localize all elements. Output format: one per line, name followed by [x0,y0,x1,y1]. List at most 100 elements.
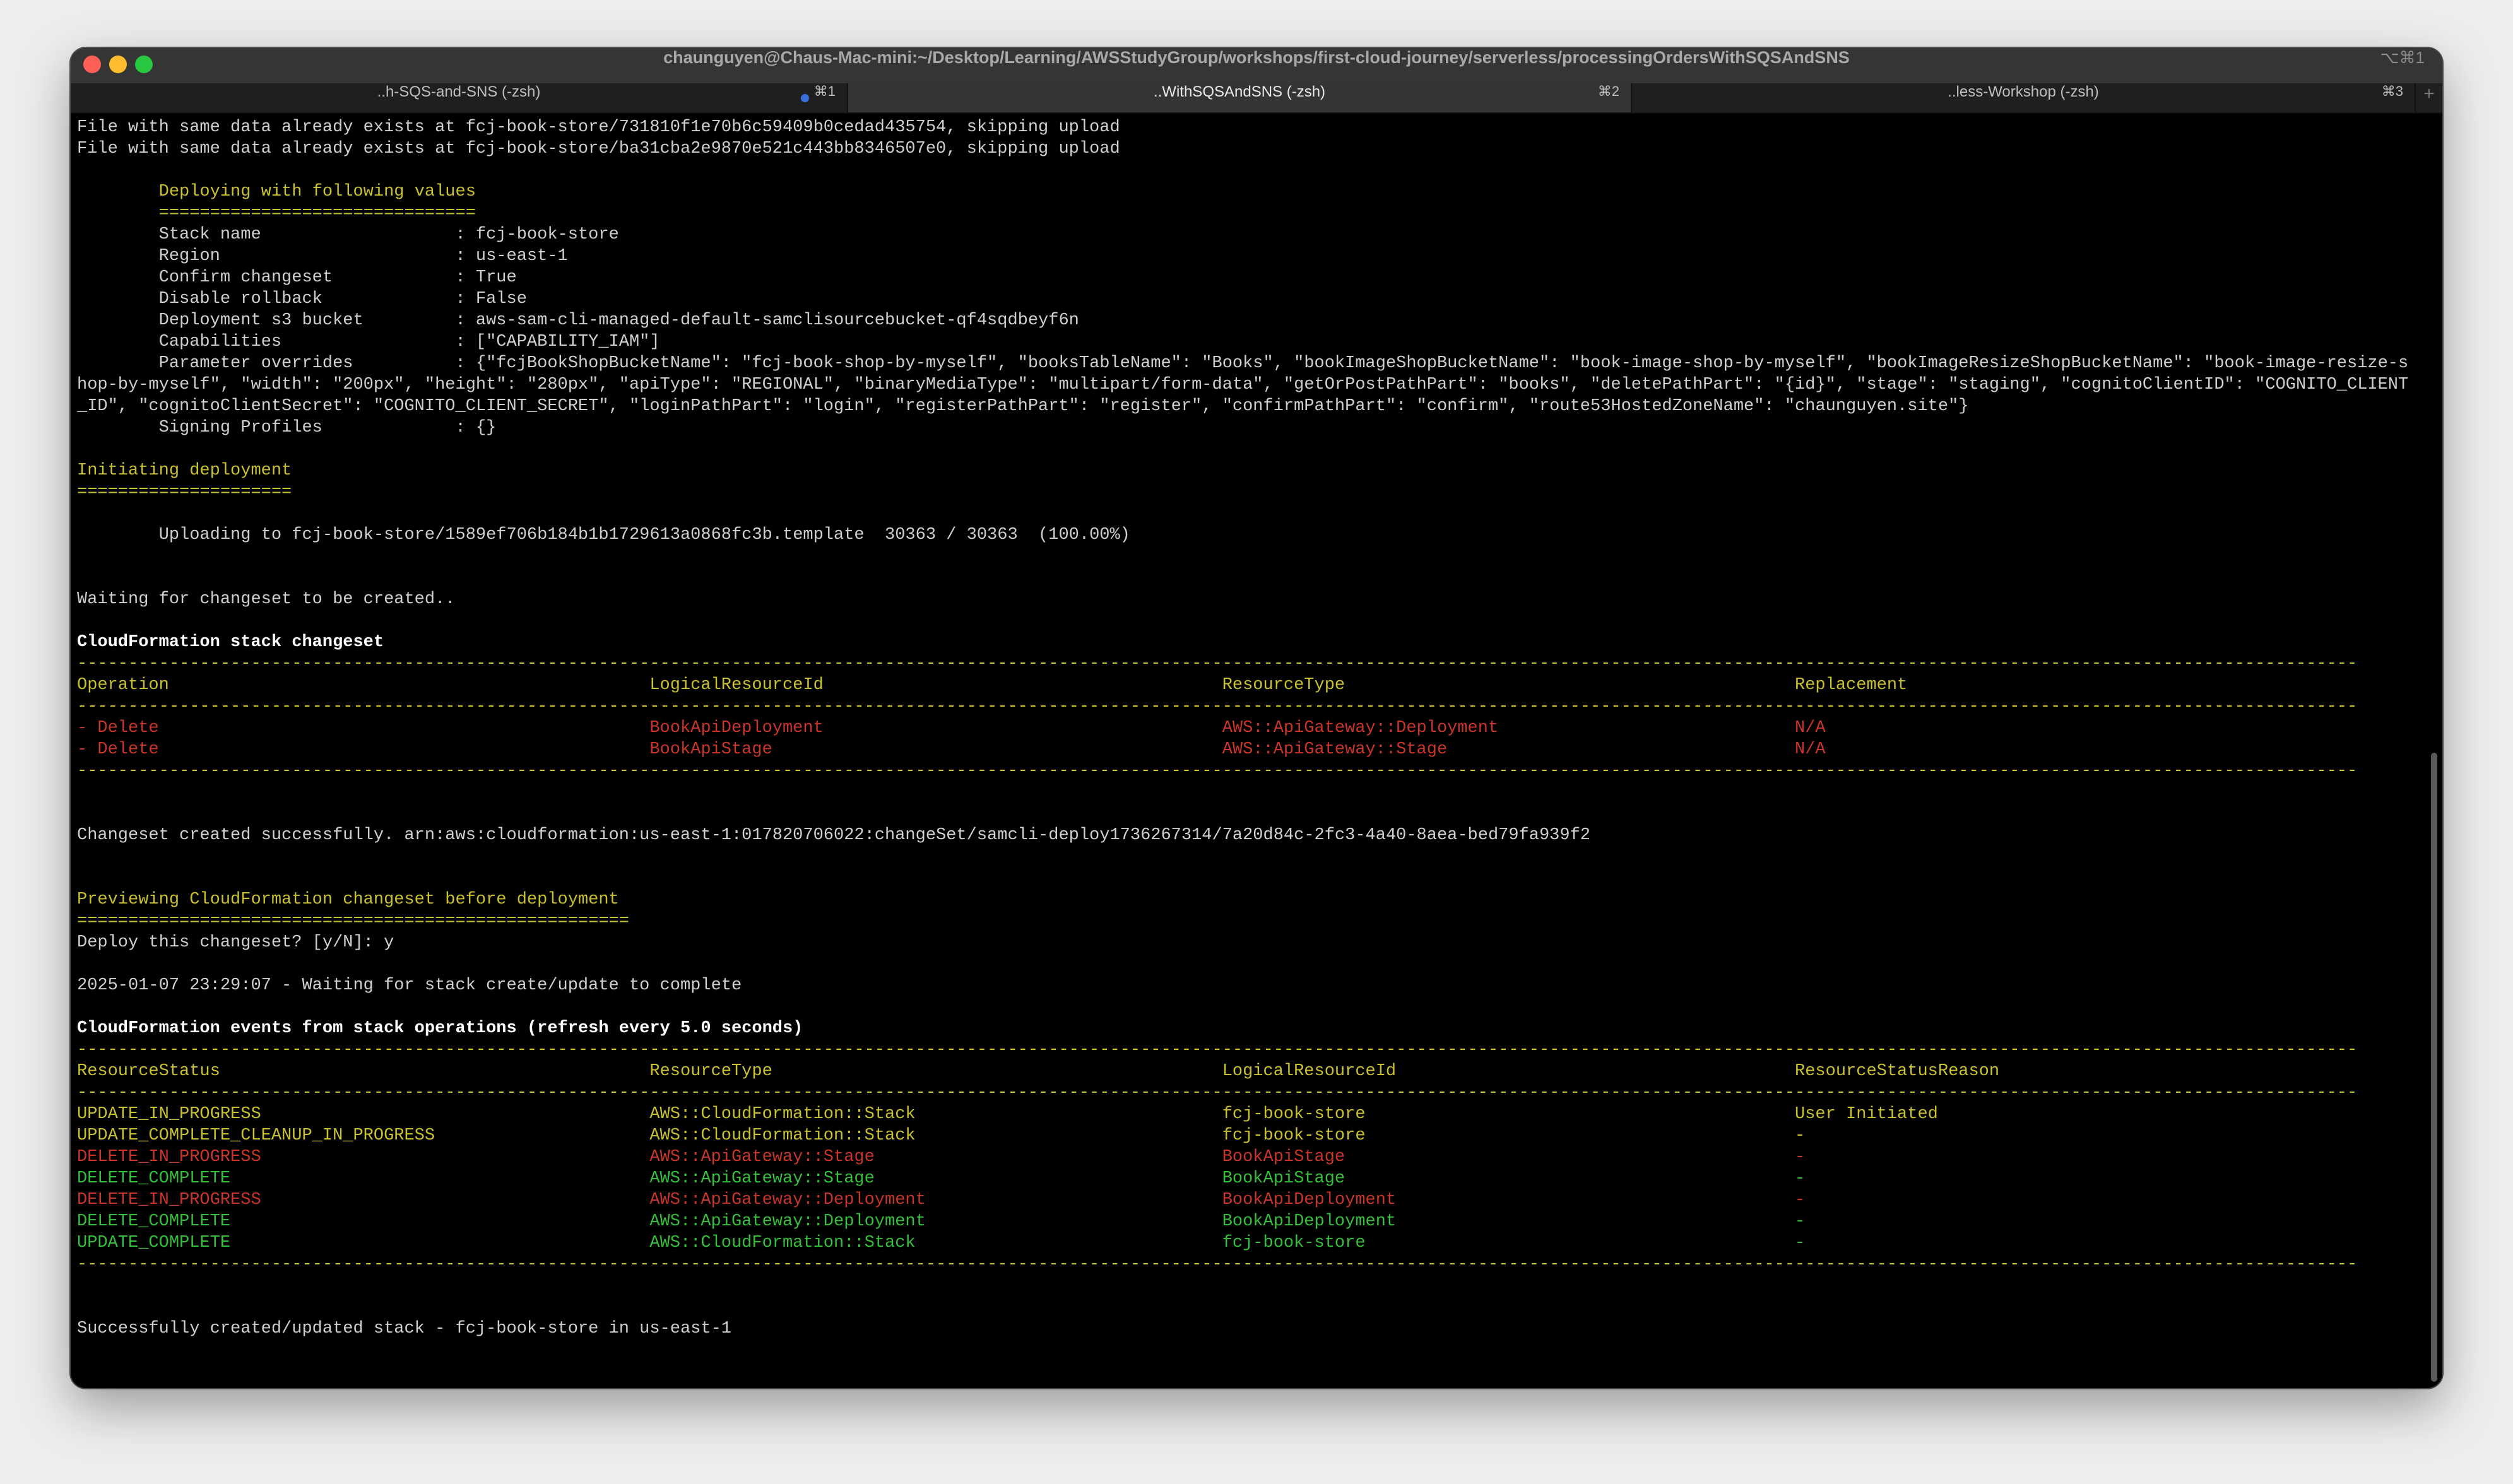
tab-2[interactable]: ..WithSQSAndSNS (-zsh) ⌘2 [848,83,1632,112]
tab-label: ..less-Workshop (-zsh) [1948,83,2099,100]
tab-3[interactable]: ..less-Workshop (-zsh) ⌘3 [1632,83,2416,112]
table-row: UPDATE_COMPLETE AWS::CloudFormation::Stac… [77,1232,2415,1254]
output-line: File with same data already exists at fc… [77,139,1120,158]
output-line: Initiating deployment [77,461,292,480]
table-cell: Replacement [1795,676,1908,695]
new-tab-button[interactable]: + [2416,83,2442,112]
scrollbar-thumb[interactable] [2431,753,2437,1382]
output-line: ----------------------------------------… [77,1040,2358,1059]
output-line: ===================== [77,483,292,502]
config-value: : ["CAPABILITY_IAM"] [455,333,660,351]
tab-bar: ..h-SQS-and-SNS (-zsh) ⌘1 ..WithSQSAndSN… [71,83,2442,114]
table-row: - Delete BookApiStage AWS::ApiGateway::Sta… [77,739,2415,760]
config-row: Parameter overrides: {"fcjBookShopBucket… [77,353,2415,417]
table-cell: - [1795,1191,1806,1210]
table-cell: ResourceStatusReason [1795,1062,2000,1081]
config-key: Region [158,247,220,266]
config-key: Capabilities [158,333,282,351]
tab-shortcut: ⌘3 [2381,83,2403,99]
table-cell: - [1795,1212,1806,1231]
config-key: Deployment s3 bucket [158,311,364,330]
output-line: Deploying with following values [77,182,476,201]
tab-shortcut: ⌘2 [1597,83,1619,99]
config-row: Confirm changeset: True [77,267,2415,288]
config-row: Stack name : fcj-book-store [77,224,2415,245]
table-cell: fcj-book-store [1222,1126,1366,1145]
config-value: : fcj-book-store [455,225,619,244]
config-key: Signing Profiles [158,418,322,437]
table-cell: UPDATE_COMPLETE_CLEANUP_IN_PROGRESS [77,1126,435,1145]
table-row: - Delete BookApiDeployment AWS::ApiGateway… [77,717,2415,739]
output-line: ========================================… [77,912,629,931]
config-row: Capabilities : ["CAPABILITY_IAM"] [77,331,2415,353]
table-cell: BookApiDeployment [1222,1212,1397,1231]
tab-1[interactable]: ..h-SQS-and-SNS (-zsh) ⌘1 [71,83,848,112]
window-shortcut: ⌥⌘1 [2380,48,2425,67]
output-line: Successfully created/updated stack - fcj… [77,1319,731,1338]
table-row: DELETE_IN_PROGRESS AWS::ApiGateway::Stage… [77,1146,2415,1168]
output-line: Uploading to fcj-book-store/1589ef706b18… [77,526,1130,545]
title-bar: chaunguyen@Chaus-Mac-mini:~/Desktop/Lear… [71,48,2442,83]
output-line: Changeset created successfully. arn:aws:… [77,826,1590,845]
output-line: CloudFormation stack changeset [77,633,384,652]
table-cell: - Delete [77,719,159,738]
table-cell: BookApiStage [1222,1169,1345,1188]
config-key: Confirm changeset [158,268,333,287]
table-cell: User Initiated [1795,1105,1938,1124]
table-cell: N/A [1795,719,1826,738]
table-cell: DELETE_IN_PROGRESS [77,1148,261,1167]
output-line: ----------------------------------------… [77,1083,2358,1102]
table-cell: fcj-book-store [1222,1234,1366,1252]
terminal-window: chaunguyen@Chaus-Mac-mini:~/Desktop/Lear… [71,48,2442,1388]
activity-dot-icon [801,94,809,102]
table-cell: AWS::CloudFormation::Stack [649,1126,916,1145]
table-row: UPDATE_IN_PROGRESS AWS::CloudFormation::S… [77,1104,2415,1125]
config-value: : {} [455,418,497,437]
config-key: Disable rollback [158,290,322,309]
config-value: : aws-sam-cli-managed-default-samclisour… [455,311,1079,330]
table-row: DELETE_IN_PROGRESS AWS::ApiGateway::Deplo… [77,1189,2415,1211]
config-value: : us-east-1 [455,247,568,266]
tab-shortcut: ⌘1 [813,83,836,99]
output-line: =============================== [77,204,476,223]
config-row: Signing Profiles : {} [77,417,2415,439]
config-value: : False [455,290,527,309]
config-row: Disable rollback : False [77,288,2415,310]
table-cell: ResourceStatus [77,1062,220,1081]
scrollbar[interactable] [2430,112,2439,1388]
table-cell: DELETE_COMPLETE [77,1169,231,1188]
config-row: Deployment s3 bucket : aws-sam-cli-manage… [77,310,2415,331]
table-cell: UPDATE_IN_PROGRESS [77,1105,261,1124]
config-key: Stack name [158,225,261,244]
output-line: ----------------------------------------… [77,697,2358,716]
output-line: File with same data already exists at fc… [77,118,1120,137]
table-cell: ResourceType [649,1062,772,1081]
table-cell: AWS::CloudFormation::Stack [649,1234,916,1252]
table-row: ResourceStatus ResourceType LogicalResourc… [77,1061,2415,1082]
table-cell: AWS::ApiGateway::Deployment [1222,719,1499,738]
terminal-output[interactable]: File with same data already exists at fc… [77,114,2415,1388]
table-cell: AWS::ApiGateway::Stage [649,1148,875,1167]
table-cell: BookApiStage [649,740,772,759]
tab-label: ..WithSQSAndSNS (-zsh) [1153,83,1326,100]
table-cell: LogicalResourceId [649,676,824,695]
table-cell: ResourceType [1222,676,1345,695]
table-cell: DELETE_COMPLETE [77,1212,231,1231]
output-line: 2025-01-07 23:29:07 - Waiting for stack … [77,976,742,995]
table-row: UPDATE_COMPLETE_CLEANUP_IN_PROGRESS AWS::… [77,1125,2415,1146]
table-cell: - [1795,1169,1806,1188]
table-cell: LogicalResourceId [1222,1062,1397,1081]
output-line: ----------------------------------------… [77,654,2358,673]
table-cell: BookApiDeployment [649,719,824,738]
table-cell: fcj-book-store [1222,1105,1366,1124]
table-row: DELETE_COMPLETE AWS::ApiGateway::Deployme… [77,1211,2415,1232]
table-row: Operation LogicalResourceId ResourceType Re… [77,674,2415,696]
